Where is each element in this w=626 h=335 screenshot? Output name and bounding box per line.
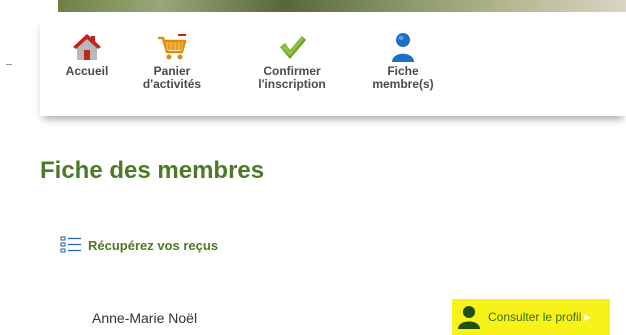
home-icon <box>73 34 101 60</box>
divider <box>6 64 12 65</box>
cart-icon <box>158 34 187 60</box>
receipts-link[interactable]: Récupérez vos reçus <box>60 236 218 254</box>
nav-bar: Accueil Panier d'activités Confirmer l'i… <box>40 16 626 116</box>
nav-item-panier[interactable]: Panier d'activités <box>140 32 204 91</box>
member-name: Anne-Marie Noël <box>92 310 198 326</box>
checkmark-icon <box>280 36 306 59</box>
chevron-right-icon: ▶ <box>584 312 591 322</box>
page-title: Fiche des membres <box>40 157 265 184</box>
nav-item-label: Accueil <box>65 64 109 78</box>
nav-item-label: Confirmer l'inscription <box>258 64 326 91</box>
header-banner-image <box>58 0 626 12</box>
view-profile-label: Consulter le profil <box>488 310 582 324</box>
user-icon <box>392 33 414 62</box>
user-icon <box>458 306 480 329</box>
nav-item-fiche-membres[interactable]: Fiche membre(s) <box>365 32 441 91</box>
nav-item-label: Fiche membre(s) <box>372 64 434 91</box>
nav-item-accueil[interactable]: Accueil <box>62 32 112 78</box>
list-icon <box>60 236 81 253</box>
nav-item-confirmer[interactable]: Confirmer l'inscription <box>252 32 332 91</box>
nav-item-label: Panier d'activités <box>142 64 202 91</box>
view-profile-button[interactable]: Consulter le profil ▶ <box>452 299 610 335</box>
receipts-link-label: Récupérez vos reçus <box>88 237 219 253</box>
